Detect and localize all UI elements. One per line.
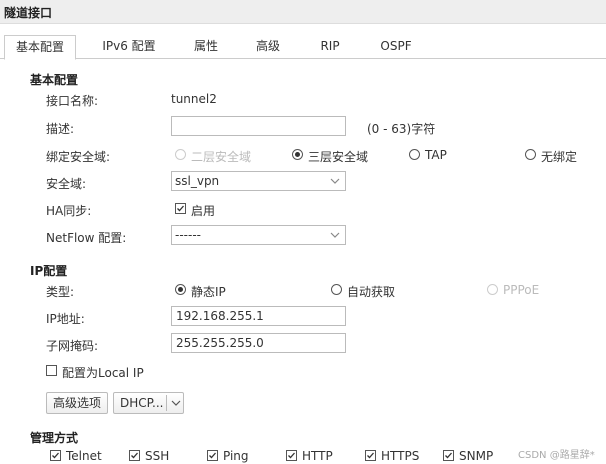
local-ip-label: 配置为Local IP xyxy=(62,366,144,380)
chevron-down-icon xyxy=(330,232,340,238)
checkmark-icon xyxy=(177,205,184,212)
ha-sync-label: HA同步: xyxy=(46,204,92,218)
checkmark-icon xyxy=(131,452,138,459)
tab-properties[interactable]: 属性 xyxy=(184,35,228,59)
bind-none-radio[interactable] xyxy=(525,149,536,160)
bind-l3-radio[interactable] xyxy=(292,149,303,160)
ip-section-title: IP配置 xyxy=(30,264,68,278)
description-label: 描述: xyxy=(46,122,75,136)
ha-sync-option-label: 启用 xyxy=(191,204,216,218)
mgmt-telnet-checkbox[interactable] xyxy=(50,450,61,461)
checkmark-icon xyxy=(288,452,295,459)
ip-type-auto-label: 自动获取 xyxy=(347,285,396,299)
security-zone-label: 安全域: xyxy=(46,177,87,191)
subnet-mask-input[interactable] xyxy=(171,333,346,353)
bind-zone-label: 绑定安全域: xyxy=(46,150,111,164)
tab-ospf[interactable]: OSPF xyxy=(372,35,420,59)
bind-none-label: 无绑定 xyxy=(541,150,578,164)
ip-type-label: 类型: xyxy=(46,285,75,299)
tab-bar: 基本配置 IPv6 配置 属性 高级 RIP OSPF xyxy=(0,35,606,60)
basic-section-title: 基本配置 xyxy=(30,73,79,87)
ip-address-label: IP地址: xyxy=(46,312,85,326)
ip-type-static-radio[interactable] xyxy=(175,284,186,295)
description-hint: (0 - 63)字符 xyxy=(367,122,436,136)
bind-l3-label: 三层安全域 xyxy=(308,150,369,164)
bind-tap-label: TAP xyxy=(425,148,447,162)
mgmt-telnet-label: Telnet xyxy=(66,449,102,463)
security-zone-value: ssl_vpn xyxy=(175,174,220,188)
netflow-value: ------ xyxy=(175,228,201,242)
checkmark-icon xyxy=(209,452,216,459)
security-zone-select[interactable]: ssl_vpn xyxy=(171,171,346,191)
interface-name-label: 接口名称: xyxy=(46,94,99,108)
window-title-bar: 隧道接口 xyxy=(0,0,606,24)
dhcp-button[interactable]: DHCP... xyxy=(113,392,184,414)
mgmt-ping-label: Ping xyxy=(223,449,249,463)
mgmt-https-label: HTTPS xyxy=(381,449,420,463)
dhcp-button-label: DHCP... xyxy=(120,396,164,410)
checkmark-icon xyxy=(367,452,374,459)
ip-type-static-label: 静态IP xyxy=(191,285,226,299)
ip-type-pppoe-label: PPPoE xyxy=(503,283,540,297)
subnet-mask-label: 子网掩码: xyxy=(46,339,99,353)
window-title: 隧道接口 xyxy=(4,6,53,20)
tab-advanced[interactable]: 高级 xyxy=(248,35,288,59)
mgmt-ssh-checkbox[interactable] xyxy=(129,450,140,461)
ip-type-auto-radio[interactable] xyxy=(331,284,342,295)
dhcp-button-divider xyxy=(166,395,167,411)
mgmt-https-checkbox[interactable] xyxy=(365,450,376,461)
mgmt-http-checkbox[interactable] xyxy=(286,450,297,461)
mgmt-ssh-label: SSH xyxy=(145,449,170,463)
mgmt-http-label: HTTP xyxy=(302,449,333,463)
mgmt-section-title: 管理方式 xyxy=(30,431,79,445)
tab-rip[interactable]: RIP xyxy=(312,35,348,59)
netflow-label: NetFlow 配置: xyxy=(46,231,127,245)
watermark: CSDN @路星辞* xyxy=(518,450,595,461)
advanced-options-button[interactable]: 高级选项 xyxy=(46,392,108,414)
local-ip-checkbox[interactable] xyxy=(46,365,57,376)
mgmt-ping-checkbox[interactable] xyxy=(207,450,218,461)
mgmt-snmp-label: SNMP xyxy=(459,449,494,463)
tab-ipv6-config[interactable]: IPv6 配置 xyxy=(96,35,162,59)
ha-sync-checkbox[interactable] xyxy=(175,203,186,214)
checkmark-icon xyxy=(52,452,59,459)
tab-basic-config[interactable]: 基本配置 xyxy=(4,35,76,60)
checkmark-icon xyxy=(445,452,452,459)
bind-l2-label: 二层安全域 xyxy=(191,150,252,164)
mgmt-snmp-checkbox[interactable] xyxy=(443,450,454,461)
chevron-down-icon[interactable] xyxy=(171,398,181,408)
netflow-select[interactable]: ------ xyxy=(171,225,346,245)
ip-type-pppoe-radio xyxy=(487,284,498,295)
chevron-down-icon xyxy=(330,178,340,184)
ip-address-input[interactable] xyxy=(171,306,346,326)
description-input[interactable] xyxy=(171,116,346,136)
bind-tap-radio[interactable] xyxy=(409,149,420,160)
bind-l2-radio xyxy=(175,149,186,160)
interface-name-value: tunnel2 xyxy=(171,92,217,106)
